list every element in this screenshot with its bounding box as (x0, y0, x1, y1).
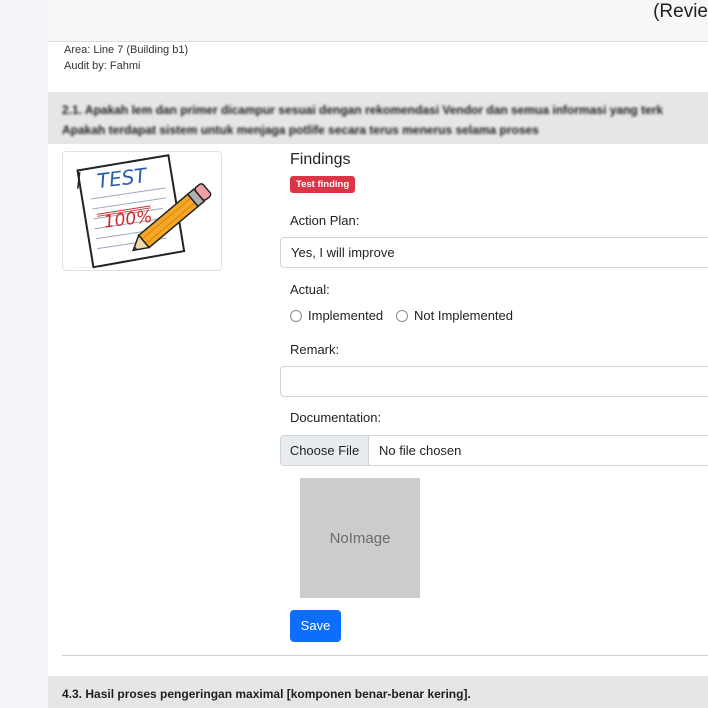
audit-page: (Revie Area: Line 7 (Building b1) Audit … (48, 0, 708, 708)
question-header: 2.1. Apakah lem dan primer dicampur sesu… (48, 92, 708, 144)
implemented-radio-label: Implemented (308, 308, 384, 323)
action-plan-input[interactable]: Yes, I will improve (280, 237, 708, 268)
section-divider (62, 655, 708, 656)
finding-thumbnail[interactable]: TEST 100% ~~~~~~~~~~~~ (62, 151, 222, 271)
not-implemented-radio-label: Not Implemented (414, 308, 513, 323)
remark-label: Remark: (290, 342, 340, 357)
radio-circle[interactable] (396, 310, 408, 322)
documentation-label: Documentation: (290, 410, 382, 425)
save-button[interactable]: Save (290, 610, 341, 642)
svg-text:~~~~~~~~~~~~: ~~~~~~~~~~~~ (73, 265, 104, 269)
top-header: (Revie (48, 0, 708, 42)
finding-badge: Test finding (290, 176, 356, 193)
choose-file-button[interactable]: Choose File (281, 436, 369, 465)
question-text-line-2: Apakah terdapat sistem untuk menjaga pot… (62, 123, 539, 137)
page-title: (Revie (653, 1, 708, 22)
implemented-radio[interactable]: Implemented (290, 308, 383, 323)
question-text-line-1: 2.1. Apakah lem dan primer dicampur sesu… (62, 103, 664, 117)
action-plan-label: Action Plan: (290, 213, 360, 228)
not-implemented-radio[interactable]: Not Implemented (396, 308, 513, 323)
audit-by-text: Audit by: Fahmi (64, 60, 141, 72)
no-image-placeholder: NoImage (300, 478, 420, 598)
file-status-text: No file chosen (379, 443, 462, 458)
area-text: Area: Line 7 (Building b1) (64, 44, 189, 56)
actual-label: Actual: (290, 282, 330, 297)
remark-input[interactable] (280, 366, 708, 397)
test-paper-image: TEST 100% ~~~~~~~~~~~~ (63, 152, 221, 270)
findings-title: Findings (290, 151, 351, 168)
question-header-4-3: 4.3. Hasil proses pengeringan maximal [k… (48, 676, 708, 708)
documentation-file-input[interactable]: Choose File No file chosen (280, 435, 708, 466)
radio-circle[interactable] (290, 310, 302, 322)
